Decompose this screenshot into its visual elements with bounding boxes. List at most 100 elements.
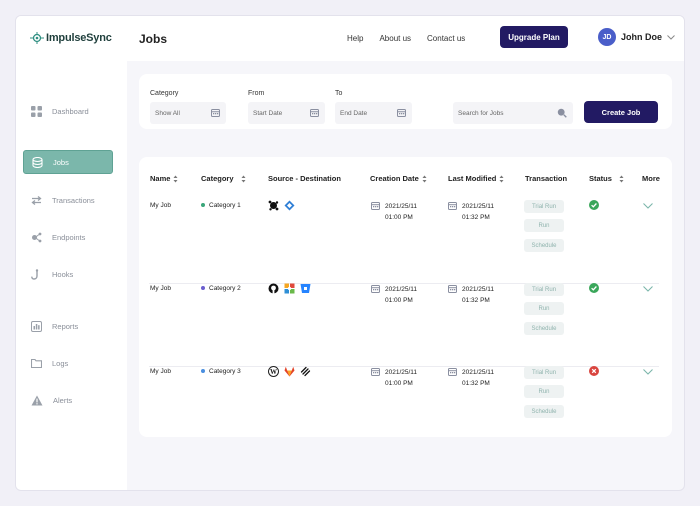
- header-label: Transaction: [525, 174, 568, 183]
- folder-icon: [31, 358, 42, 368]
- column-header-transaction: Transaction: [525, 174, 567, 183]
- search-input[interactable]: Search for Jobs: [453, 102, 573, 124]
- last-modified-date: 2021/25/11 01:32 PM: [448, 284, 495, 306]
- category-select-value: Show All: [155, 109, 180, 117]
- category-dot: [201, 286, 205, 291]
- status-success-icon: [589, 283, 599, 293]
- trial-run-button[interactable]: Trial Run: [524, 200, 564, 213]
- table-row[interactable]: My Job Category 3 W 2021/25/11 01:00 PM …: [139, 365, 672, 448]
- schedule-button[interactable]: Schedule: [524, 239, 564, 252]
- last-modified-date: 2021/25/11 01:32 PM: [448, 367, 495, 389]
- jobs-table: Name Category Source - Destination Creat…: [139, 157, 672, 437]
- category-dot: [201, 369, 205, 374]
- nav-about-us[interactable]: About us: [379, 34, 411, 43]
- logo-icon: [30, 32, 44, 44]
- sidebar-item-dashboard[interactable]: Dashboard: [23, 99, 113, 123]
- job-category: Category 2: [201, 285, 241, 292]
- bot-icon: [268, 200, 279, 211]
- table-row[interactable]: My Job Category 1 2021/25/11 01:00 PM 20…: [139, 199, 672, 282]
- sidebar-item-label: Alerts: [53, 395, 73, 405]
- chevron-down-icon[interactable]: [643, 286, 653, 292]
- nav-help[interactable]: Help: [347, 34, 363, 43]
- grid-icon: [31, 105, 42, 117]
- table-row[interactable]: My Job Category 2 2021/25/11 01:00 PM 20…: [139, 282, 672, 365]
- date-value: 2021/25/11: [385, 203, 418, 210]
- logo[interactable]: ImpulseSync: [30, 32, 112, 44]
- calendar-icon: [310, 109, 319, 117]
- endpoints-icon: [32, 232, 42, 242]
- filter-bar: Category Show All From Start Date To End…: [139, 74, 672, 129]
- job-name[interactable]: My Job: [150, 202, 171, 209]
- job-category: Category 1: [201, 202, 241, 209]
- column-header-status[interactable]: Status: [589, 174, 624, 183]
- calendar-icon: [371, 368, 380, 376]
- sidebar-item-label: Transactions: [52, 195, 95, 205]
- sort-icon: [241, 175, 246, 182]
- from-filter-label: From: [248, 90, 265, 97]
- sidebar-item-transactions[interactable]: Transactions: [23, 188, 113, 212]
- end-date-field[interactable]: End Date: [335, 102, 412, 124]
- time-value: 01:00 PM: [385, 380, 413, 387]
- sidebar-item-endpoints[interactable]: Endpoints: [23, 225, 113, 249]
- sidebar-item-logs[interactable]: Logs: [23, 351, 113, 375]
- run-button[interactable]: Run: [524, 385, 564, 398]
- date-value: 2021/25/11: [462, 369, 495, 376]
- date-value: 2021/25/11: [462, 286, 495, 293]
- sidebar-item-label: Endpoints: [52, 232, 86, 242]
- schedule-button[interactable]: Schedule: [524, 405, 564, 418]
- avatar: JD: [598, 28, 616, 46]
- header-label: Last Modified: [448, 174, 497, 183]
- category-dot: [201, 203, 205, 208]
- user-menu[interactable]: JD John Doe: [598, 28, 675, 46]
- start-date-field[interactable]: Start Date: [248, 102, 325, 124]
- calendar-icon: [397, 109, 406, 117]
- github-icon: [268, 283, 279, 294]
- sidebar-item-label: Jobs: [53, 157, 69, 167]
- job-name[interactable]: My Job: [150, 368, 171, 375]
- hook-icon: [31, 268, 39, 280]
- create-job-button[interactable]: Create Job: [584, 101, 658, 123]
- run-button[interactable]: Run: [524, 302, 564, 315]
- sidebar-item-reports[interactable]: Reports: [23, 314, 113, 338]
- report-icon: [31, 320, 42, 332]
- category-select[interactable]: Show All: [150, 102, 226, 124]
- chevron-down-icon[interactable]: [643, 369, 653, 375]
- top-bar: ImpulseSync Jobs Help About us Contact u…: [16, 16, 684, 61]
- column-header-category[interactable]: Category: [201, 174, 246, 183]
- date-value: 2021/25/11: [385, 286, 418, 293]
- column-header-more: More: [642, 174, 660, 183]
- wordpress-icon: W: [268, 366, 279, 377]
- header-label: Source - Destination: [268, 174, 341, 183]
- page-title: Jobs: [139, 32, 168, 46]
- job-name[interactable]: My Job: [150, 285, 171, 292]
- svg-text:W: W: [270, 368, 277, 376]
- app-window: ImpulseSync Jobs Help About us Contact u…: [15, 15, 685, 491]
- date-value: 2021/25/11: [385, 369, 418, 376]
- gitlab-icon: [284, 366, 295, 377]
- header-label: More: [642, 174, 660, 183]
- sidebar-item-label: Hooks: [52, 269, 74, 279]
- sidebar-item-alerts[interactable]: Alerts: [23, 388, 113, 412]
- column-header-last-modified[interactable]: Last Modified: [448, 174, 504, 183]
- sidebar-item-jobs[interactable]: Jobs: [23, 150, 113, 174]
- job-category: Category 3: [201, 368, 241, 375]
- warning-icon: [31, 395, 43, 405]
- column-header-name[interactable]: Name: [150, 174, 178, 183]
- chevron-down-icon[interactable]: [643, 203, 653, 209]
- trial-run-button[interactable]: Trial Run: [524, 283, 564, 296]
- drive-icon: [284, 200, 295, 211]
- upgrade-plan-button[interactable]: Upgrade Plan: [500, 26, 568, 48]
- joomla-icon: [284, 283, 295, 294]
- start-date-placeholder: Start Date: [253, 109, 283, 117]
- calendar-icon: [448, 285, 457, 293]
- creation-date: 2021/25/11 01:00 PM: [371, 284, 418, 306]
- run-button[interactable]: Run: [524, 219, 564, 232]
- to-filter-label: To: [335, 90, 343, 97]
- nav-contact-us[interactable]: Contact us: [427, 34, 465, 43]
- schedule-button[interactable]: Schedule: [524, 322, 564, 335]
- trial-run-button[interactable]: Trial Run: [524, 366, 564, 379]
- sidebar-item-hooks[interactable]: Hooks: [23, 262, 113, 286]
- sidebar-item-label: Reports: [52, 321, 79, 331]
- column-header-creation-date[interactable]: Creation Date: [370, 174, 427, 183]
- creation-date: 2021/25/11 01:00 PM: [371, 367, 418, 389]
